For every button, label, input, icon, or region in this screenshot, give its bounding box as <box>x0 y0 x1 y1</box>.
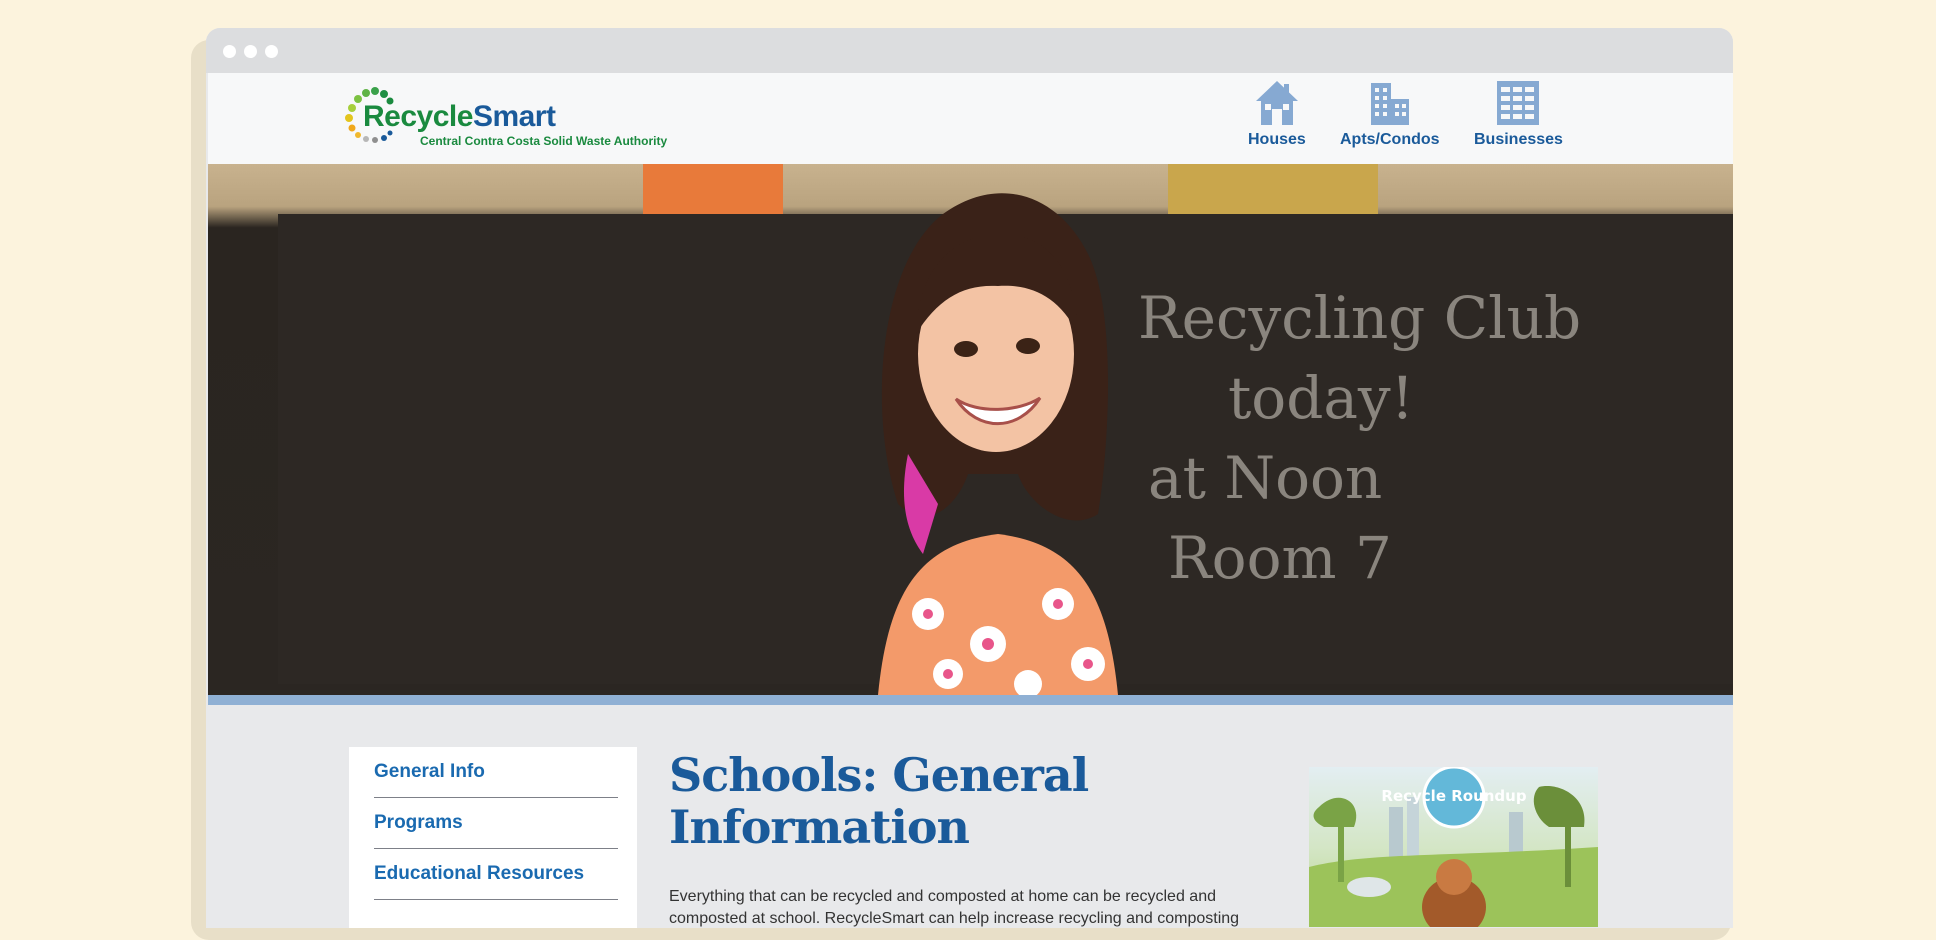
nav-apts-condos[interactable]: Apts/Condos <box>1340 79 1440 149</box>
nav-businesses[interactable]: Businesses <box>1474 79 1563 149</box>
house-icon <box>1255 81 1298 125</box>
section-sidebar-nav: General Info Programs Educational Resour… <box>349 747 637 928</box>
sidebar-item-programs[interactable]: Programs <box>374 798 618 849</box>
nav-houses[interactable]: Houses <box>1248 79 1306 149</box>
promo-badge-text: Recycle Roundup <box>1381 787 1526 805</box>
nav-label: Businesses <box>1474 131 1563 148</box>
sidebar-item-general-info[interactable]: General Info <box>374 747 618 798</box>
window-dot[interactable] <box>265 45 278 58</box>
window-chrome <box>206 28 1733 73</box>
window-dot[interactable] <box>244 45 257 58</box>
nav-label: Houses <box>1248 131 1306 148</box>
apartment-building-icon <box>1370 83 1409 125</box>
page-title: Schools: General Information <box>669 748 1089 854</box>
chalk-text: today! <box>1228 364 1415 432</box>
recycle-roundup-promo[interactable]: Recycle Roundup <box>1309 767 1598 927</box>
recycle-roundup-illustration: Recycle Roundup <box>1309 767 1598 927</box>
browser-window: RecycleSmart Central Contra Costa Solid … <box>206 28 1733 928</box>
intro-paragraph: Everything that can be recycled and comp… <box>669 888 1240 927</box>
hero-image: Recycling Club today! at Noon Room 7 <box>208 164 1733 695</box>
logo-subtitle: Central Contra Costa Solid Waste Authori… <box>420 134 668 148</box>
logo-wordmark: RecycleSmart <box>363 100 556 134</box>
sidebar-item-educational-resources[interactable]: Educational Resources <box>374 849 618 900</box>
logo-word-recycle: Recycle <box>363 100 473 133</box>
hero-divider-bar <box>208 695 1733 705</box>
logo-word-smart: Smart <box>472 100 556 133</box>
site-header: RecycleSmart Central Contra Costa Solid … <box>208 73 1733 164</box>
content-area: General Info Programs Educational Resour… <box>208 705 1733 928</box>
nav-label: Apts/Condos <box>1340 131 1440 148</box>
recyclesmart-logo[interactable]: RecycleSmart Central Contra Costa Solid … <box>344 83 674 148</box>
office-building-icon <box>1497 81 1540 125</box>
girl-portrait <box>878 193 1118 695</box>
window-dot[interactable] <box>223 45 236 58</box>
